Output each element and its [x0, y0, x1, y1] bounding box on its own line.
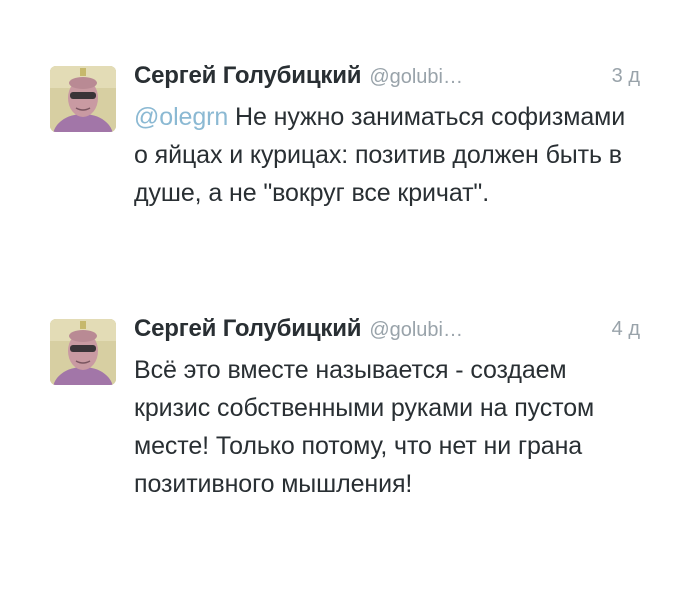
tweet-timestamp[interactable]: 3 д — [612, 65, 640, 88]
avatar[interactable] — [50, 66, 116, 132]
avatar-image — [50, 319, 116, 385]
avatar[interactable] — [50, 319, 116, 385]
avatar-image — [50, 66, 116, 132]
tweet-text: @olegrn Не нужно заниматься софизмами о … — [134, 98, 640, 212]
tweet-header: Сергей Голубицкий @golubi… 3 д — [134, 62, 640, 98]
tweet-timestamp[interactable]: 4 д — [612, 318, 640, 341]
author-handle[interactable]: @golubi… — [369, 66, 463, 88]
tweet-body: Сергей Голубицкий @golubi… 3 д @olegrn Не… — [134, 62, 640, 212]
mention-link[interactable]: @olegrn — [134, 103, 228, 131]
tweet-text: Всё это вместе называется - создаем криз… — [134, 356, 595, 498]
tweet-header: Сергей Голубицкий @golubi… 4 д — [134, 315, 640, 351]
author-name[interactable]: Сергей Голубицкий — [134, 62, 362, 89]
tweet-body: Сергей Голубицкий @golubi… 4 д Всё это вм… — [134, 315, 640, 503]
author-name[interactable]: Сергей Голубицкий — [134, 315, 362, 342]
author-handle[interactable]: @golubi… — [369, 319, 463, 341]
